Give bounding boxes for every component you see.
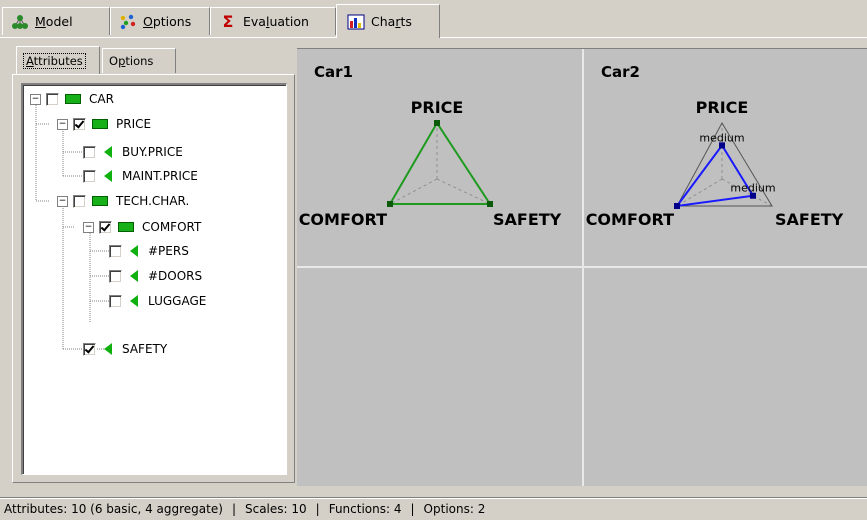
tree-node-checkbox[interactable] [109,244,122,258]
tab-charts[interactable]: Charts [336,4,440,38]
tab-model[interactable]: Model [2,7,110,35]
tree-node-label: PRICE [116,117,152,131]
basic-attribute-icon [104,146,112,158]
basic-attribute-icon [130,270,138,282]
model-icon [11,13,29,31]
radar-axis-label-safety: SAFETY [775,210,844,229]
tab-evaluation[interactable]: Σ Evaluation [210,7,336,35]
basic-attribute-icon [130,295,138,307]
tree-node-doors[interactable]: #DOORS [109,266,202,286]
tree-node-checkbox[interactable] [83,169,96,183]
tree-node-label: BUY.PRICE [122,145,183,159]
tree-node-checkbox[interactable] [73,194,86,208]
radar-point-2 [387,201,393,207]
tree-node-label: #PERS [148,244,189,258]
radar-axis-1-2 [676,178,723,207]
radar-axis-label-price: PRICE [696,98,749,117]
radar-chart-car2: medium medium PRICE SAFETY COMFORT [586,98,844,229]
chart-panel-empty-2[interactable] [584,268,867,486]
status-bar: Attributes: 10 (6 basic, 4 aggregate) | … [0,497,867,520]
tree-node-pers[interactable]: #PERS [109,241,189,261]
tree-node-car[interactable]: − CAR [30,89,114,109]
subtab-attributes-label: Attributes [23,52,86,69]
radar-value-label-1: medium [730,182,775,195]
aggregate-attribute-icon [92,196,108,206]
radar-axis-label-safety: SAFETY [493,210,562,229]
radar-value-label-0: medium [699,131,744,144]
status-separator: | [410,502,415,516]
tab-evaluation-label: Evaluation [243,14,309,29]
collapse-icon[interactable]: − [30,93,41,105]
tree-node-safety[interactable]: SAFETY [83,339,167,359]
tree-node-price[interactable]: − PRICE [57,114,151,134]
radar-axis-label-comfort: COMFORT [586,210,674,229]
tree-node-checkbox[interactable] [46,92,59,106]
tree-node-luggage[interactable]: LUGGAGE [109,291,206,311]
tree-frame: − CAR − PRICE BUY.PRICE MAINT.PRICE − TECH.CHAR… [12,74,295,483]
tree-node-label: LUGGAGE [148,294,207,308]
tree-node-buy-price[interactable]: BUY.PRICE [83,142,183,162]
radar-point-1 [487,201,493,207]
radar-series-polygon [388,121,492,205]
tree-node-tech-char[interactable]: − TECH.CHAR. [57,191,189,211]
attribute-tree: − CAR − PRICE BUY.PRICE MAINT.PRICE − TECH.CHAR… [21,83,287,475]
aggregate-attribute-icon [118,222,134,232]
chart-grid-divider-horizontal [297,266,867,268]
tree-node-label: TECH.CHAR. [116,194,190,208]
chart-panel-car1[interactable]: Car1 PRICE SAFETY COMFORT [297,49,582,266]
tree-node-checkbox[interactable] [99,220,112,234]
basic-attribute-icon [104,170,112,182]
tab-model-label: Model [35,14,73,29]
status-separator: | [315,502,320,516]
tab-options-label: Options [143,14,192,29]
radar-series-polygon [674,143,755,208]
tab-charts-label: Charts [371,14,412,29]
tree-node-comfort[interactable]: − COMFORT [83,217,201,237]
tree-node-checkbox[interactable] [73,117,86,131]
status-separator: | [231,502,236,516]
aggregate-attribute-icon [92,119,108,129]
status-functions: Functions: 4 [328,502,402,516]
chart-title: Car1 [314,63,353,81]
tree-node-checkbox[interactable] [83,342,96,356]
radar-chart-car1: PRICE SAFETY COMFORT [299,98,562,229]
radar-point-0 [434,120,440,126]
radar-axis-label-price: PRICE [411,98,464,117]
tree-node-checkbox[interactable] [109,294,122,308]
tree-node-label: #DOORS [148,269,203,283]
tree-node-checkbox[interactable] [109,269,122,283]
charts-icon [347,13,365,31]
subtab-options[interactable]: Options [102,48,176,73]
collapse-icon[interactable]: − [57,118,68,130]
chart-panel-empty-1[interactable] [297,268,582,486]
main-tab-strip: Model Options Σ Evaluation Charts [0,0,867,38]
options-icon [119,13,137,31]
radar-point-2 [674,203,680,209]
tree-node-checkbox[interactable] [83,145,96,159]
attribute-panel: Attributes Options − CAR − PRICE BUY.PRI… [12,46,297,485]
tree-node-label: MAINT.PRICE [122,169,198,183]
basic-attribute-icon [130,245,138,257]
status-scales: Scales: 10 [244,502,307,516]
aggregate-attribute-icon [65,94,81,104]
subtab-options-label: Options [109,54,154,68]
chart-title: Car2 [601,63,640,81]
sigma-icon: Σ [222,12,234,31]
subtab-attributes[interactable]: Attributes [16,46,100,74]
basic-attribute-icon [104,343,112,355]
radar-axis-label-comfort: COMFORT [299,210,387,229]
tree-node-label: COMFORT [142,220,202,234]
tree-node-label: CAR [89,92,114,106]
tree-node-label: SAFETY [122,342,168,356]
status-options: Options: 2 [423,502,486,516]
collapse-icon[interactable]: − [57,195,68,207]
tree-node-maint-price[interactable]: MAINT.PRICE [83,166,198,186]
status-attributes: Attributes: 10 (6 basic, 4 aggregate) [4,502,223,516]
chart-panel-car2[interactable]: Car2 medium medium PRICE SAFETY COMFORT [584,49,867,266]
charts-area: Car1 PRICE SAFETY COMFORT Car2 medium mediu… [297,48,867,486]
radar-scale-outline [389,122,491,205]
collapse-icon[interactable]: − [83,221,94,233]
tab-options[interactable]: Options [110,7,210,35]
